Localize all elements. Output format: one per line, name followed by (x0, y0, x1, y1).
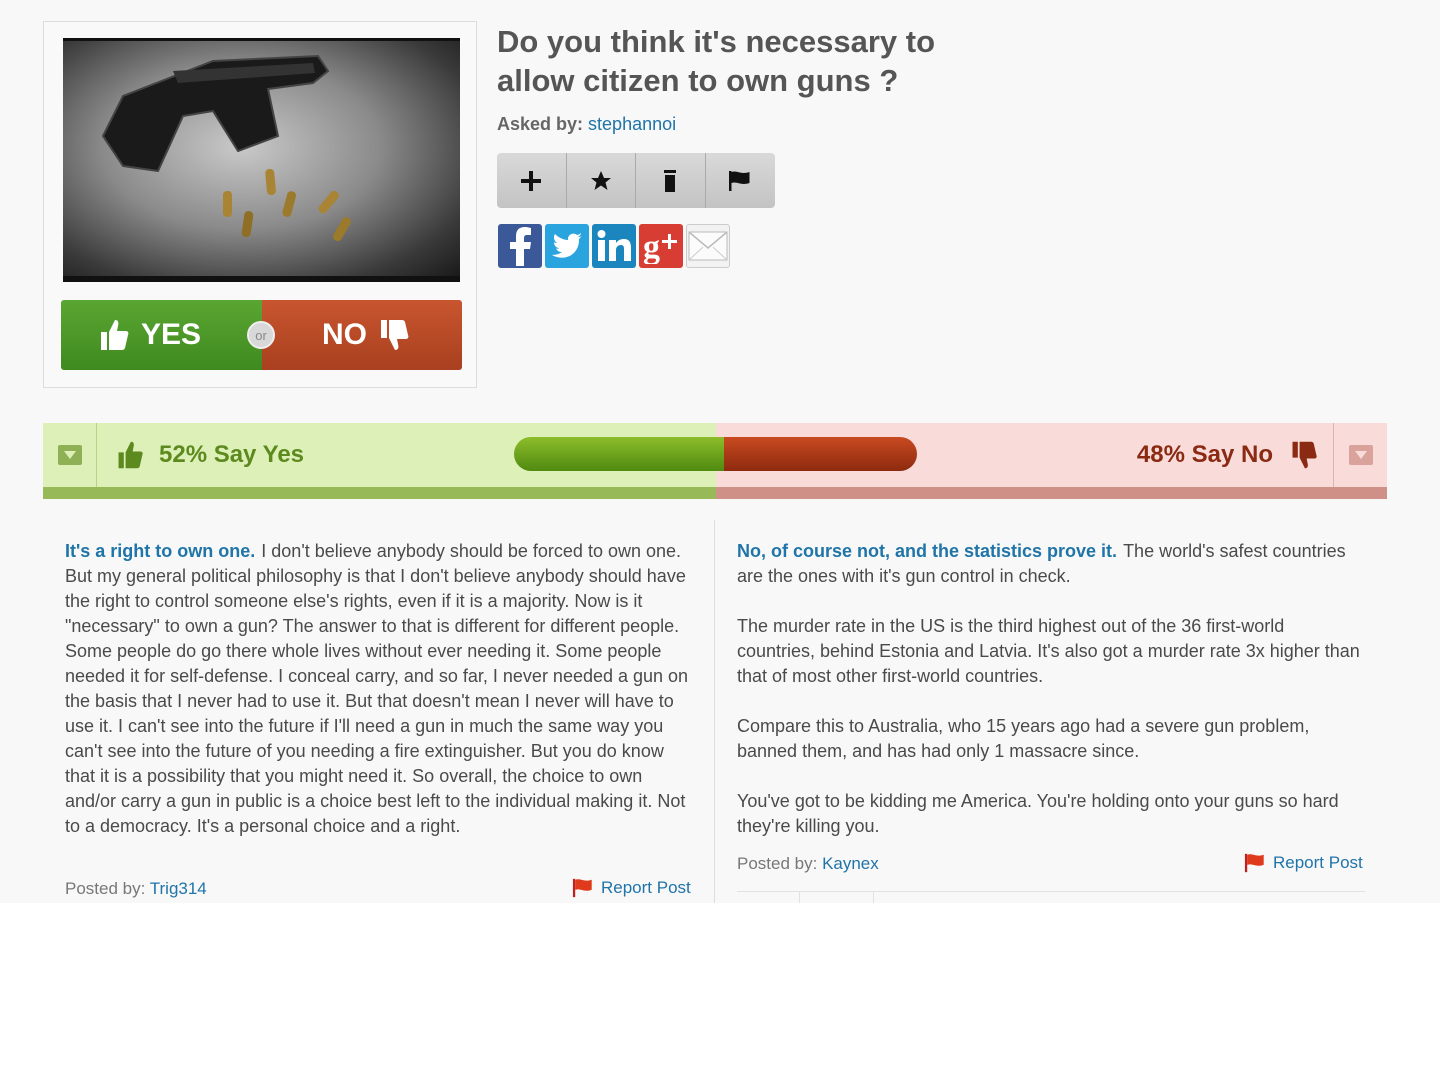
flag-icon (1244, 853, 1264, 873)
no-argument: No, of course not, and the statistics pr… (737, 539, 1367, 864)
share-google-plus-button[interactable]: g (639, 224, 683, 268)
flag-button[interactable] (706, 153, 776, 208)
share-facebook-button[interactable] (498, 224, 542, 268)
yes-argument-title: It's a right to own one. (65, 541, 256, 561)
vote-progress-bar (514, 437, 917, 471)
chevron-down-icon (1348, 445, 1373, 465)
asked-by-user-link[interactable]: stephannoi (588, 114, 676, 134)
no-argument-paragraph-2: The murder rate in the US is the third h… (737, 616, 1360, 686)
or-badge: or (247, 321, 275, 349)
email-icon (688, 231, 728, 261)
progress-yes-fill (514, 437, 724, 471)
google-plus-icon: g (643, 229, 677, 264)
twitter-icon (552, 233, 582, 258)
no-result: 48% Say No (1137, 440, 1319, 470)
yes-report-post-link[interactable]: Report Post (571, 877, 691, 899)
share-linkedin-button[interactable] (592, 224, 636, 268)
thumbs-up-icon (118, 441, 143, 469)
no-argument-paragraph-3: Compare this to Australia, who 15 years … (737, 716, 1310, 761)
expand-yes-toggle[interactable] (43, 423, 97, 487)
no-author-link[interactable]: Kaynex (822, 854, 879, 873)
share-email-button[interactable] (686, 224, 730, 268)
vote-buttons: YES NO or (61, 300, 462, 370)
report-post-label: Report Post (601, 878, 691, 897)
yes-result: 52% Say Yes (115, 440, 304, 470)
yes-author-link[interactable]: Trig314 (150, 879, 207, 898)
chevron-down-icon (57, 445, 82, 465)
yes-argument-text: It's a right to own one. I don't believe … (65, 539, 695, 839)
no-result-text: 48% Say No (1136, 441, 1273, 468)
vote-yes-label: YES (141, 318, 202, 351)
yes-result-text: 52% Say Yes (159, 441, 305, 468)
thumbs-down-icon (381, 320, 409, 350)
flag-icon (572, 878, 592, 898)
divider (799, 891, 800, 903)
svg-text:g: g (643, 229, 660, 264)
star-icon (590, 170, 611, 190)
divider (737, 891, 1365, 892)
question-card: YES NO or (43, 21, 477, 388)
page: YES NO or Do you think it's necessary to… (0, 0, 1440, 903)
expand-no-toggle[interactable] (1333, 423, 1387, 487)
action-bar (497, 153, 775, 208)
yes-argument-body: I don't believe anybody should be forced… (65, 541, 689, 836)
vote-no-label: NO (322, 318, 367, 351)
share-buttons: g (498, 224, 730, 268)
facebook-icon (510, 227, 531, 266)
share-twitter-button[interactable] (545, 224, 589, 268)
posted-by-label: Posted by: (737, 854, 818, 873)
yes-post-meta: Posted by: Trig314 (65, 879, 207, 899)
progress-no-fill (723, 437, 917, 471)
result-bar: 52% Say Yes 48% Say No (43, 423, 1387, 499)
no-argument-paragraph: No, of course not, and the statistics pr… (737, 539, 1367, 589)
delete-button[interactable] (636, 153, 706, 208)
no-post-meta: Posted by: Kaynex (737, 854, 879, 874)
add-button[interactable] (497, 153, 567, 208)
no-argument-paragraph-4: You've got to be kidding me America. You… (737, 791, 1339, 836)
asked-by: Asked by: stephannoi (497, 114, 676, 135)
yes-argument: It's a right to own one. I don't believe … (65, 539, 695, 864)
thumbs-up-icon (101, 320, 129, 350)
trash-icon (664, 169, 677, 192)
flag-icon (729, 170, 750, 191)
asked-by-label: Asked by: (497, 114, 584, 134)
no-argument-title: No, of course not, and the statistics pr… (737, 541, 1118, 561)
question-title: Do you think it's necessary to allow cit… (497, 24, 936, 98)
thumbs-down-icon (1292, 441, 1317, 469)
no-report-post-link[interactable]: Report Post (1243, 852, 1363, 874)
divider (873, 891, 874, 903)
vote-yes-button[interactable]: YES (61, 300, 262, 370)
favorite-button[interactable] (567, 153, 636, 208)
vote-no-button[interactable]: NO (262, 300, 462, 370)
plus-icon (521, 170, 542, 191)
report-post-label: Report Post (1273, 853, 1363, 872)
posted-by-label: Posted by: (65, 879, 146, 898)
question-image (63, 38, 460, 282)
column-divider (714, 520, 715, 903)
linkedin-icon (597, 230, 631, 261)
